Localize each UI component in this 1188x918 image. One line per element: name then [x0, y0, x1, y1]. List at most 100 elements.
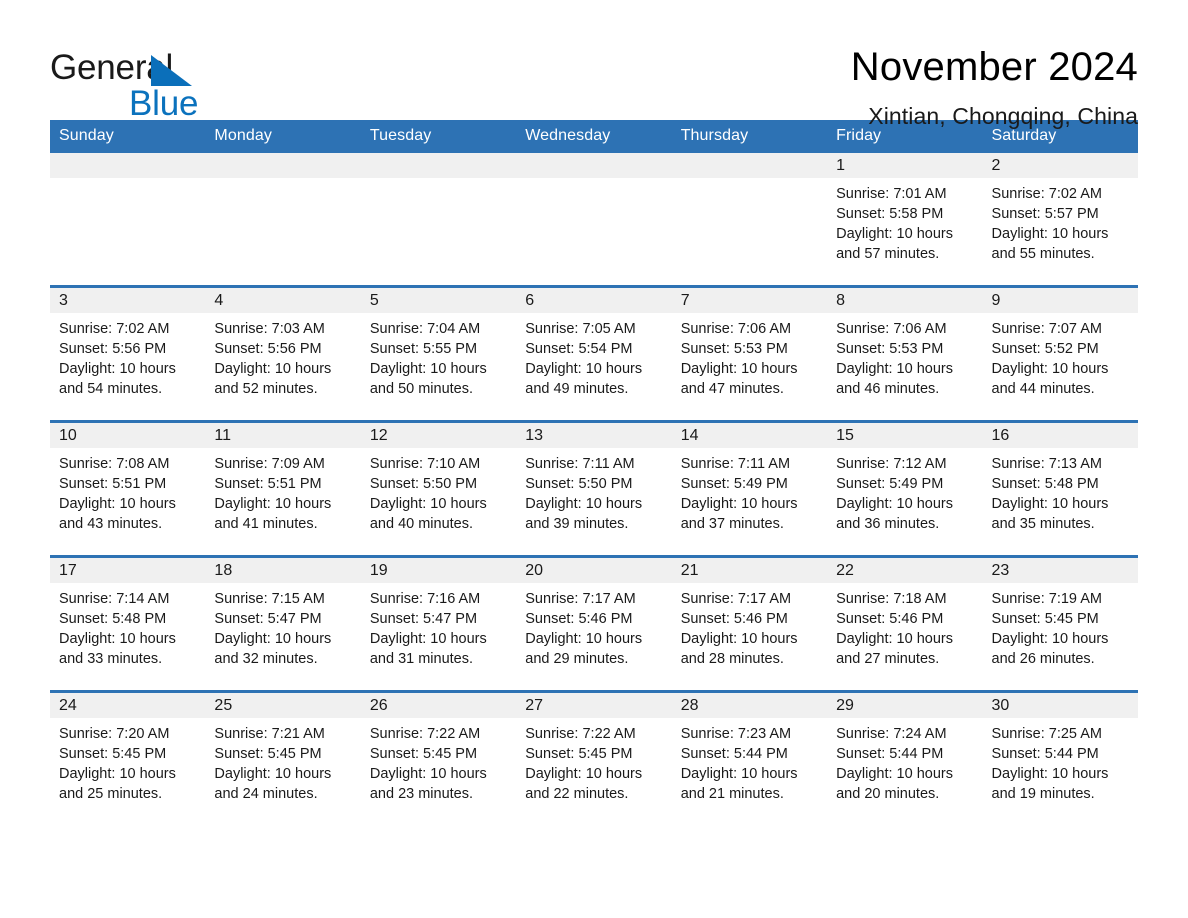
day-sunrise-text: Sunrise: 7:08 AM	[59, 456, 170, 472]
calendar-day-cell[interactable]: 24 Sunrise: 7:20 AM Sunset: 5:45 PM Dayligh…	[50, 690, 206, 825]
day-number: 23	[982, 558, 1138, 583]
calendar-day-cell[interactable]: 23 Sunrise: 7:19 AM Sunset: 5:45 PM Dayligh…	[982, 555, 1138, 692]
day-sunrise-text: Sunrise: 7:17 AM	[525, 591, 636, 607]
day-daylight-line-text: and 47 minutes.	[680, 381, 784, 397]
calendar-day-cell[interactable]: 20 Sunrise: 7:17 AM Sunset: 5:46 PM Dayligh…	[516, 555, 672, 692]
calendar-day-cell[interactable]: 11 Sunrise: 7:09 AM Sunset: 5:51 PM Dayligh…	[205, 420, 361, 557]
day-sunrise-text: Sunrise: 7:20 AM	[59, 726, 170, 742]
calendar-day-cell[interactable]: 10 Sunrise: 7:08 AM Sunset: 5:51 PM Dayligh…	[50, 420, 206, 557]
calendar-day-cell[interactable]: 14 Sunrise: 7:11 AM Sunset: 5:49 PM Dayligh…	[671, 420, 828, 557]
day-sunset-text: Sunset: 5:56 PM	[59, 341, 167, 357]
day-daylight-line-text: Daylight: 10 hours	[214, 361, 332, 377]
calendar-day-cell[interactable]: 8 Sunrise: 7:06 AM Sunset: 5:53 PM Daylight…	[827, 285, 983, 422]
generalblue-logo[interactable]: General Blue	[50, 42, 250, 122]
calendar-day-cell[interactable]: 9 Sunrise: 7:07 AM Sunset: 5:52 PM Daylight…	[982, 285, 1138, 422]
day-sunset-text: Sunset: 5:51 PM	[59, 476, 167, 492]
day-number: 9	[982, 288, 1138, 313]
day-details	[50, 178, 205, 184]
day-details	[516, 178, 671, 184]
location-subtitle: Xintian, Chongqing, China	[868, 103, 1138, 129]
day-details: Sunrise: 7:11 AM Sunset: 5:49 PM Daylight:…	[672, 448, 827, 534]
day-sunset-text: Sunset: 5:50 PM	[369, 476, 478, 492]
day-details: Sunrise: 7:19 AM Sunset: 5:45 PM Daylight:…	[983, 583, 1138, 669]
day-daylight-line-text: and 26 minutes.	[991, 651, 1095, 667]
calendar-body: 1 Sunrise: 7:01 AM Sunset: 5:58 PM Daylight…	[50, 153, 1138, 825]
calendar-day-cell[interactable]: 7 Sunrise: 7:06 AM Sunset: 5:53 PM Daylight…	[671, 285, 828, 422]
day-details: Sunrise: 7:07 AM Sunset: 5:52 PM Daylight:…	[983, 313, 1138, 399]
day-daylight-line-text: Daylight: 10 hours	[991, 226, 1109, 242]
day-daylight-line-text: and 24 minutes.	[214, 786, 318, 802]
day-daylight-line-text: Daylight: 10 hours	[214, 631, 332, 647]
calendar-day-cell[interactable]: 26 Sunrise: 7:22 AM Sunset: 5:45 PM Dayligh…	[360, 690, 517, 825]
day-details: Sunrise: 7:09 AM Sunset: 5:51 PM Daylight:…	[205, 448, 360, 534]
calendar-day-cell[interactable]: 18 Sunrise: 7:15 AM Sunset: 5:47 PM Dayligh…	[205, 555, 361, 692]
day-sunset-text: Sunset: 5:50 PM	[525, 476, 633, 492]
calendar-day-cell[interactable]: 25 Sunrise: 7:21 AM Sunset: 5:45 PM Dayligh…	[205, 690, 361, 825]
day-daylight-line-text: Daylight: 10 hours	[59, 496, 176, 512]
calendar-day-cell[interactable]: 19 Sunrise: 7:16 AM Sunset: 5:47 PM Dayligh…	[360, 555, 517, 692]
day-details: Sunrise: 7:02 AM Sunset: 5:57 PM Daylight:…	[983, 178, 1138, 264]
calendar-day-cell[interactable]: 27 Sunrise: 7:22 AM Sunset: 5:45 PM Dayligh…	[516, 690, 672, 825]
day-details: Sunrise: 7:12 AM Sunset: 5:49 PM Daylight:…	[827, 448, 982, 534]
day-sunrise-text: Sunrise: 7:15 AM	[214, 591, 325, 607]
day-sunset-text: Sunset: 5:58 PM	[836, 206, 944, 222]
calendar-day-cell[interactable]: 21 Sunrise: 7:17 AM Sunset: 5:46 PM Dayligh…	[671, 555, 828, 692]
day-details: Sunrise: 7:25 AM Sunset: 5:44 PM Daylight:…	[983, 718, 1138, 804]
day-sunset-text: Sunset: 5:56 PM	[214, 341, 322, 357]
calendar-day-cell[interactable]: 29 Sunrise: 7:24 AM Sunset: 5:44 PM Dayligh…	[827, 690, 983, 825]
day-number: 13	[516, 423, 672, 448]
title-block: November 2024 Xintian, Chongqing, China	[851, 42, 1138, 130]
calendar-day-cell[interactable]: 2 Sunrise: 7:02 AM Sunset: 5:57 PM Daylight…	[982, 153, 1138, 287]
calendar-week-row: 17 Sunrise: 7:14 AM Sunset: 5:48 PM Dayligh…	[50, 555, 1138, 692]
day-daylight-line-text: and 36 minutes.	[836, 516, 940, 532]
day-daylight-line-text: Daylight: 10 hours	[369, 766, 487, 782]
day-number: 16	[982, 423, 1138, 448]
day-number: 27	[516, 693, 672, 718]
calendar-day-cell[interactable]: 3 Sunrise: 7:02 AM Sunset: 5:56 PM Daylight…	[50, 285, 206, 422]
day-sunrise-text: Sunrise: 7:14 AM	[59, 591, 170, 607]
day-number: 26	[360, 693, 517, 718]
day-details	[672, 178, 827, 184]
day-details: Sunrise: 7:04 AM Sunset: 5:55 PM Daylight:…	[361, 313, 516, 399]
calendar-day-cell[interactable]: 30 Sunrise: 7:25 AM Sunset: 5:44 PM Dayligh…	[982, 690, 1138, 825]
calendar-day-cell[interactable]: 5 Sunrise: 7:04 AM Sunset: 5:55 PM Daylight…	[360, 285, 517, 422]
day-daylight-line-text: Daylight: 10 hours	[59, 766, 176, 782]
day-number: 20	[516, 558, 672, 583]
day-daylight-line-text: Daylight: 10 hours	[214, 766, 332, 782]
day-number: 18	[205, 558, 361, 583]
calendar-day-cell[interactable]: 6 Sunrise: 7:05 AM Sunset: 5:54 PM Daylight…	[516, 285, 672, 422]
day-daylight-line-text: and 21 minutes.	[680, 786, 784, 802]
day-daylight-line-text: Daylight: 10 hours	[991, 766, 1109, 782]
calendar-day-cell[interactable]: 1 Sunrise: 7:01 AM Sunset: 5:58 PM Daylight…	[827, 153, 983, 287]
day-sunrise-text: Sunrise: 7:25 AM	[991, 726, 1102, 742]
calendar-day-cell[interactable]: 12 Sunrise: 7:10 AM Sunset: 5:50 PM Dayligh…	[360, 420, 517, 557]
day-daylight-line-text: and 27 minutes.	[836, 651, 940, 667]
page-header: General Blue November 2024 Xintian, Chon…	[50, 0, 1138, 129]
day-daylight-line-text: and 29 minutes.	[525, 651, 629, 667]
day-number: 15	[827, 423, 983, 448]
day-sunrise-text: Sunrise: 7:09 AM	[214, 456, 325, 472]
weekday-header-wednesday: Wednesday	[516, 120, 672, 153]
calendar-day-cell[interactable]: 16 Sunrise: 7:13 AM Sunset: 5:48 PM Dayligh…	[982, 420, 1138, 557]
day-details: Sunrise: 7:17 AM Sunset: 5:46 PM Daylight:…	[672, 583, 827, 669]
day-number	[205, 153, 361, 178]
day-sunrise-text: Sunrise: 7:10 AM	[369, 456, 481, 472]
day-daylight-line-text: and 40 minutes.	[369, 516, 474, 532]
day-sunrise-text: Sunrise: 7:12 AM	[836, 456, 947, 472]
calendar-day-cell[interactable]: 28 Sunrise: 7:23 AM Sunset: 5:44 PM Dayligh…	[671, 690, 828, 825]
day-number: 2	[982, 153, 1138, 178]
calendar-day-cell[interactable]: 13 Sunrise: 7:11 AM Sunset: 5:50 PM Dayligh…	[516, 420, 672, 557]
calendar-day-cell[interactable]: 4 Sunrise: 7:03 AM Sunset: 5:56 PM Daylight…	[205, 285, 361, 422]
weekday-header-tuesday: Tuesday	[360, 120, 517, 153]
calendar-day-cell-empty	[671, 153, 828, 287]
day-sunrise-text: Sunrise: 7:24 AM	[836, 726, 947, 742]
calendar-day-cell[interactable]: 17 Sunrise: 7:14 AM Sunset: 5:48 PM Dayligh…	[50, 555, 206, 692]
day-daylight-line-text: and 33 minutes.	[59, 651, 163, 667]
calendar-day-cell[interactable]: 22 Sunrise: 7:18 AM Sunset: 5:46 PM Dayligh…	[827, 555, 983, 692]
day-details: Sunrise: 7:22 AM Sunset: 5:45 PM Daylight:…	[516, 718, 671, 804]
day-sunset-text: Sunset: 5:51 PM	[214, 476, 322, 492]
day-details	[205, 178, 360, 184]
day-daylight-line-text: and 43 minutes.	[59, 516, 163, 532]
calendar-day-cell[interactable]: 15 Sunrise: 7:12 AM Sunset: 5:49 PM Dayligh…	[827, 420, 983, 557]
day-daylight-line-text: Daylight: 10 hours	[369, 361, 487, 377]
